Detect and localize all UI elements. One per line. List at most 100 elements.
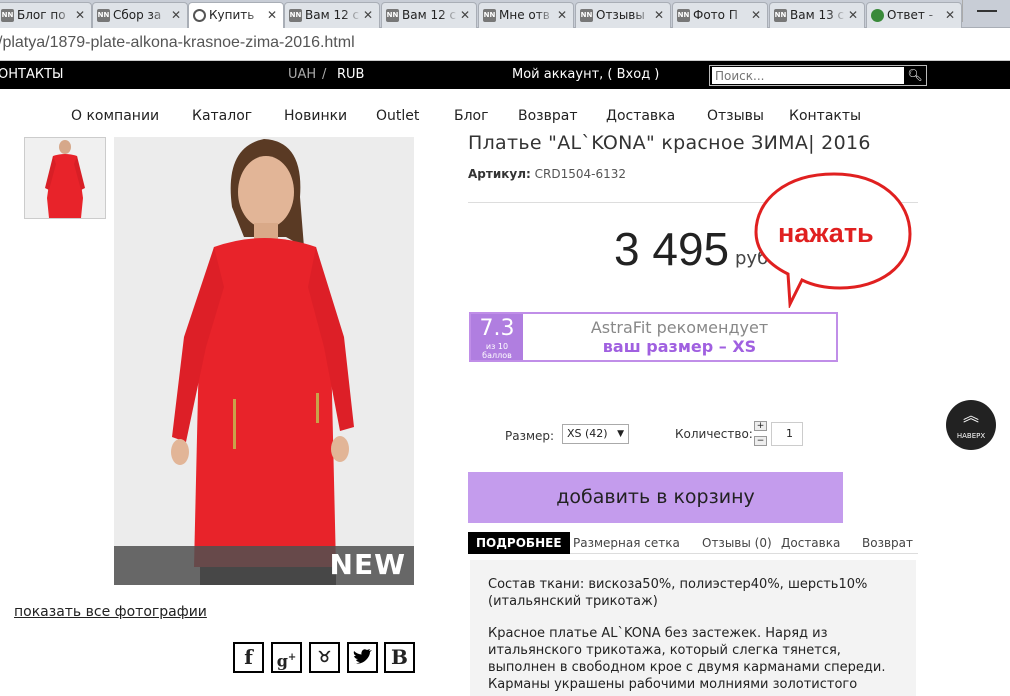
url-text: /platya/1879-plate-alkona-krasnoe-zima-2… <box>0 34 355 51</box>
close-tab-icon[interactable]: ✕ <box>945 3 955 27</box>
red-dress-photo <box>114 137 414 585</box>
nav-item-outlet[interactable]: Outlet <box>376 108 419 124</box>
address-bar[interactable]: /platya/1879-plate-alkona-krasnoe-zima-2… <box>0 28 1010 61</box>
search-icon[interactable]: 🔍︎ <box>904 66 926 85</box>
add-to-cart-button[interactable]: добавить в корзину <box>468 472 843 523</box>
browser-tab-active[interactable]: Купить ✕ <box>188 2 284 29</box>
site-favicon-icon: NN <box>386 9 399 22</box>
currency-separator: / <box>322 67 327 82</box>
score-scale: из 10 <box>485 342 509 351</box>
detail-tabs: ПОДРОБНЕЕ Размерная сетка Отзывы (0) Дос… <box>468 532 918 554</box>
astrafit-size: ваш размер – XS <box>602 337 757 356</box>
dress-thumbnail-image <box>25 138 105 218</box>
size-value: XS (42) <box>567 427 608 440</box>
site-favicon-icon: NN <box>289 9 302 22</box>
browser-tab[interactable]: NN Сбор за ✕ <box>92 2 188 28</box>
close-tab-icon[interactable]: ✕ <box>460 3 470 27</box>
fabric-composition: Состав ткани: вискоза50%, полиэстер40%, … <box>488 577 868 609</box>
close-tab-icon[interactable]: ✕ <box>654 3 664 27</box>
nav-item-about[interactable]: О компании <box>71 108 159 124</box>
tab-size-chart[interactable]: Размерная сетка <box>573 532 680 554</box>
close-tab-icon[interactable]: ✕ <box>363 3 373 27</box>
site-search: 🔍︎ <box>709 65 927 86</box>
sku-label: Артикул: <box>468 167 531 181</box>
score-unit: баллов <box>482 351 512 360</box>
astrafit-widget[interactable]: 7.3 из 10 баллов AstraFit рекомендует ва… <box>469 312 838 362</box>
astrafit-score: 7.3 из 10 баллов <box>471 314 523 360</box>
show-all-photos-link[interactable]: показать все фотографии <box>14 604 207 620</box>
site-favicon-icon: NN <box>677 9 690 22</box>
astrafit-recommends: AstraFit рекомендует <box>590 318 769 337</box>
site-favicon-icon: NN <box>1 9 14 22</box>
site-favicon-icon: NN <box>97 9 110 22</box>
back-to-top-button[interactable]: ︽ НАВЕРХ <box>946 400 996 450</box>
nav-item-catalog[interactable]: Каталог <box>192 108 252 124</box>
product-description: Состав ткани: вискоза50%, полиэстер40%, … <box>470 560 916 696</box>
size-label: Размер: <box>505 429 555 443</box>
twitter-bird-icon <box>353 649 372 664</box>
sku-value: CRD1504-6132 <box>534 167 626 181</box>
browser-tab[interactable]: NN Отзывы ✕ <box>575 2 671 28</box>
close-tab-icon[interactable]: ✕ <box>751 3 761 27</box>
description-text: Красное платье AL`KONA без застежек. Нар… <box>488 626 886 696</box>
chevron-up-icon: ︽ <box>962 406 979 425</box>
close-tab-icon[interactable]: ✕ <box>848 3 858 27</box>
odnoklassniki-icon[interactable]: ♉︎ <box>309 642 340 673</box>
account-login-link[interactable]: Мой аккаунт, ( Вход ) <box>512 67 659 82</box>
browser-tab[interactable]: Ответ - ✕ <box>866 2 962 28</box>
tab-reviews[interactable]: Отзывы (0) <box>702 532 772 554</box>
new-badge: NEW <box>329 548 406 581</box>
browser-tab[interactable]: NN Вам 12 с ✕ <box>284 2 380 28</box>
nav-item-blog[interactable]: Блог <box>454 108 488 124</box>
site-favicon-icon: NN <box>483 9 496 22</box>
site-favicon-icon <box>871 9 884 22</box>
quantity-input[interactable]: 1 <box>771 422 803 446</box>
nav-item-reviews[interactable]: Отзывы <box>707 108 764 124</box>
facebook-icon[interactable]: f <box>233 642 264 673</box>
currency-uah-link[interactable]: UAH <box>288 67 316 82</box>
nav-item-returns[interactable]: Возврат <box>518 108 578 124</box>
size-select[interactable]: XS (42) ▼ <box>562 424 629 444</box>
main-nav: О компании Каталог Новинки Outlet Блог В… <box>0 108 900 128</box>
site-favicon-icon: NN <box>580 9 593 22</box>
back-to-top-label: НАВЕРХ <box>956 432 986 440</box>
nav-item-delivery[interactable]: Доставка <box>606 108 675 124</box>
minimize-window-button[interactable] <box>962 0 1010 22</box>
browser-tab[interactable]: NN Мне отв ✕ <box>478 2 574 28</box>
quantity-decrease-button[interactable]: − <box>754 436 767 446</box>
annotation-speech-bubble: нажать <box>752 168 916 308</box>
close-tab-icon[interactable]: ✕ <box>171 3 181 27</box>
contacts-link[interactable]: ОНТАКТЫ <box>0 67 63 82</box>
close-tab-icon[interactable]: ✕ <box>75 3 85 27</box>
vkontakte-icon[interactable]: В <box>384 642 415 673</box>
browser-tab-strip: NN Блог по ✕ NN Сбор за ✕ Купить ✕ NN Вам 12 с… <box>0 0 1010 29</box>
tab-returns[interactable]: Возврат <box>862 532 913 554</box>
new-badge-bar: NEW <box>114 546 414 585</box>
product-thumbnail[interactable] <box>24 137 106 219</box>
chevron-down-icon: ▼ <box>617 429 624 439</box>
browser-tab[interactable]: NN Вам 13 с ✕ <box>769 2 865 28</box>
browser-tab[interactable]: NN Блог по ✕ <box>0 2 92 28</box>
browser-tab[interactable]: NN Фото П ✕ <box>672 2 768 28</box>
currency-rub-link[interactable]: RUB <box>337 67 364 82</box>
browser-tab[interactable]: NN Вам 12 с ✕ <box>381 2 477 28</box>
annotation-text: нажать <box>778 218 874 248</box>
main-product-image[interactable] <box>114 137 414 585</box>
quantity-label: Количество: <box>675 427 753 441</box>
nav-item-contacts[interactable]: Контакты <box>789 108 861 124</box>
nav-item-new[interactable]: Новинки <box>284 108 347 124</box>
chrome-favicon-icon <box>193 9 206 22</box>
tab-details[interactable]: ПОДРОБНЕЕ <box>468 532 570 554</box>
product-sku: Артикул: CRD1504-6132 <box>468 167 626 181</box>
close-tab-icon[interactable]: ✕ <box>557 3 567 27</box>
site-favicon-icon: NN <box>774 9 787 22</box>
close-tab-icon[interactable]: ✕ <box>267 3 277 27</box>
quantity-increase-button[interactable]: + <box>754 421 767 431</box>
google-plus-icon[interactable]: g+ <box>271 642 302 673</box>
tab-delivery[interactable]: Доставка <box>781 532 840 554</box>
product-title: Платье "AL`KONA" красное ЗИМА| 2016 <box>468 132 871 154</box>
twitter-icon[interactable] <box>347 642 378 673</box>
score-value: 7.3 <box>479 316 515 341</box>
search-input[interactable] <box>712 67 904 84</box>
product-price: 3 495 <box>614 223 730 275</box>
